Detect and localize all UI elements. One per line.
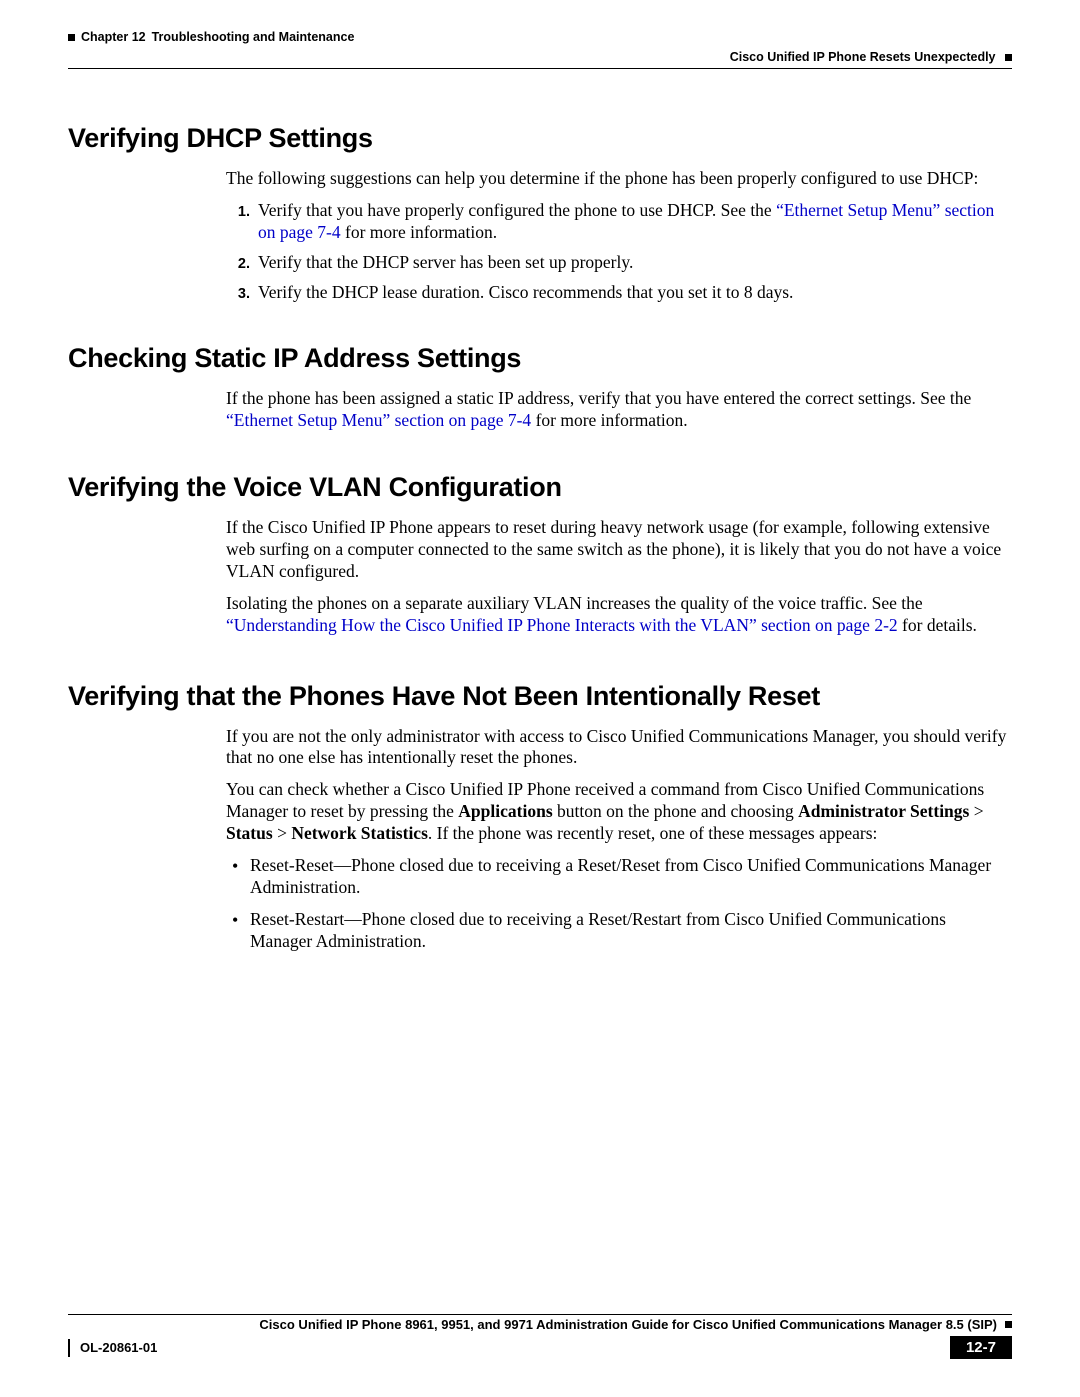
reset-para-1: If you are not the only administrator wi… <box>226 726 1012 770</box>
static-ip-para: If the phone has been assigned a static … <box>226 388 1012 432</box>
heading-reset: Verifying that the Phones Have Not Been … <box>68 681 1012 712</box>
step-text: Verify that you have properly configured… <box>258 200 776 220</box>
heading-static-ip: Checking Static IP Address Settings <box>68 343 1012 374</box>
link-vlan-understanding[interactable]: “Understanding How the Cisco Unified IP … <box>226 615 898 635</box>
vlan-para-1: If the Cisco Unified IP Phone appears to… <box>226 517 1012 583</box>
section-title: Cisco Unified IP Phone Resets Unexpected… <box>730 50 996 64</box>
ui-applications: Applications <box>458 801 552 821</box>
para-text: > <box>969 801 983 821</box>
ui-admin-settings: Administrator Settings <box>798 801 969 821</box>
para-text: > <box>273 823 292 843</box>
vlan-para-2: Isolating the phones on a separate auxil… <box>226 593 1012 637</box>
para-text: for more information. <box>531 410 687 430</box>
body-static-ip: If the phone has been assigned a static … <box>226 388 1012 432</box>
body-vlan: If the Cisco Unified IP Phone appears to… <box>226 517 1012 636</box>
para-text: If the phone has been assigned a static … <box>226 388 971 408</box>
doc-number: OL-20861-01 <box>68 1336 157 1359</box>
reset-para-2: You can check whether a Cisco Unified IP… <box>226 779 1012 845</box>
chapter-number: Chapter 12 <box>81 30 146 44</box>
footer-bar-icon <box>68 1339 70 1357</box>
body-reset: If you are not the only administrator wi… <box>226 726 1012 953</box>
dhcp-steps: Verify that you have properly configured… <box>226 200 1012 304</box>
para-text: . If the phone was recently reset, one o… <box>428 823 877 843</box>
page-number: 12-7 <box>950 1336 1012 1359</box>
para-text: button on the phone and choosing <box>553 801 798 821</box>
header-square-icon <box>68 34 75 41</box>
reset-messages-list: Reset-Reset—Phone closed due to receivin… <box>226 855 1012 953</box>
ui-network-statistics: Network Statistics <box>291 823 428 843</box>
para-text: for details. <box>898 615 977 635</box>
running-header-left: Chapter 12 Troubleshooting and Maintenan… <box>68 30 1012 44</box>
reset-message-2: Reset-Restart—Phone closed due to receiv… <box>250 909 1012 953</box>
dhcp-step-1: Verify that you have properly configured… <box>254 200 1012 244</box>
running-header-right: Cisco Unified IP Phone Resets Unexpected… <box>68 50 1012 64</box>
heading-dhcp: Verifying DHCP Settings <box>68 123 1012 154</box>
page-footer: Cisco Unified IP Phone 8961, 9951, and 9… <box>68 1314 1012 1359</box>
reset-message-1: Reset-Reset—Phone closed due to receivin… <box>250 855 1012 899</box>
header-square-icon <box>1005 54 1012 61</box>
dhcp-step-3: Verify the DHCP lease duration. Cisco re… <box>254 282 1012 304</box>
footer-bottom-row: OL-20861-01 12-7 <box>68 1336 1012 1359</box>
dhcp-intro: The following suggestions can help you d… <box>226 168 1012 190</box>
document-page: Chapter 12 Troubleshooting and Maintenan… <box>0 0 1080 1397</box>
guide-title: Cisco Unified IP Phone 8961, 9951, and 9… <box>259 1317 997 1332</box>
para-text: Isolating the phones on a separate auxil… <box>226 593 923 613</box>
step-text: for more information. <box>341 222 497 242</box>
footer-square-icon <box>1005 1321 1012 1328</box>
heading-vlan: Verifying the Voice VLAN Configuration <box>68 472 1012 503</box>
header-rule <box>68 68 1012 69</box>
ui-status: Status <box>226 823 273 843</box>
doc-number-text: OL-20861-01 <box>80 1340 157 1355</box>
link-ethernet-setup-2[interactable]: “Ethernet Setup Menu” section on page 7-… <box>226 410 531 430</box>
dhcp-step-2: Verify that the DHCP server has been set… <box>254 252 1012 274</box>
footer-title-row: Cisco Unified IP Phone 8961, 9951, and 9… <box>68 1314 1012 1332</box>
body-dhcp: The following suggestions can help you d… <box>226 168 1012 303</box>
chapter-title: Troubleshooting and Maintenance <box>152 30 355 44</box>
